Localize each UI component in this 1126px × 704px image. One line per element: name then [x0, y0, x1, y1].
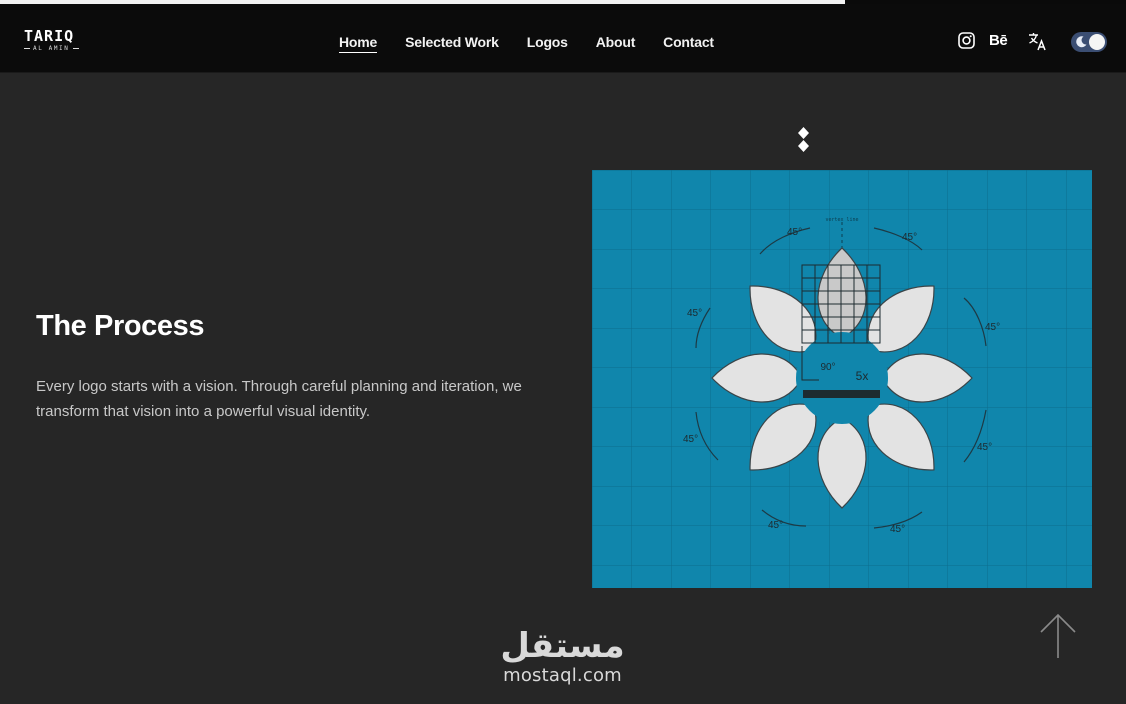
theme-toggle[interactable] — [1071, 32, 1107, 52]
vertex-line-label: vertex line — [825, 217, 858, 223]
brand-logo[interactable]: TARIQ AL AMIN — [24, 29, 90, 55]
moon-icon — [1076, 36, 1087, 48]
logo-construction-figure: vertex line 90° 5x 45° 45° 45° 45° 45° 4… — [592, 170, 1092, 588]
watermark-latin: mostaql.com — [503, 665, 622, 686]
watermark: مستقل mostaql.com — [490, 626, 635, 686]
right-angle-label: 90° — [820, 362, 835, 373]
angle-label: 45° — [977, 442, 992, 453]
arrow-up-icon[interactable] — [1038, 612, 1078, 660]
watermark-arabic: مستقل — [500, 626, 625, 666]
flower-center — [796, 332, 888, 424]
angle-label: 45° — [890, 524, 905, 535]
scroll-progress-bar — [0, 0, 1126, 4]
angle-label: 45° — [787, 227, 802, 238]
scale-bar — [803, 390, 880, 398]
scroll-progress-fill — [0, 0, 845, 4]
main-navigation: Home Selected Work Logos About Contact — [339, 34, 714, 53]
nav-link-selected-work[interactable]: Selected Work — [405, 34, 499, 53]
nav-link-contact[interactable]: Contact — [663, 34, 714, 53]
nav-link-about[interactable]: About — [596, 34, 636, 53]
translate-icon[interactable] — [1028, 32, 1047, 56]
brand-subtitle: AL AMIN — [33, 45, 70, 52]
angle-label: 45° — [902, 232, 917, 243]
angle-label: 45° — [768, 520, 783, 531]
scale-label: 5x — [856, 369, 869, 383]
angle-label: 45° — [683, 434, 698, 445]
brand-name: TARIQ — [24, 27, 75, 45]
angle-label: 45° — [985, 322, 1000, 333]
diamonds-icon — [798, 127, 809, 152]
section-description: Every logo starts with a vision. Through… — [36, 378, 522, 420]
section-title: The Process — [36, 310, 205, 342]
toggle-knob — [1089, 34, 1105, 50]
angle-label: 45° — [687, 308, 702, 319]
instagram-icon[interactable] — [958, 32, 975, 54]
behance-icon[interactable]: Bē — [989, 32, 1008, 50]
nav-link-home[interactable]: Home — [339, 34, 377, 53]
brand-subtitle-row: AL AMIN — [24, 45, 90, 52]
nav-link-logos[interactable]: Logos — [527, 34, 568, 53]
top-navbar: TARIQ AL AMIN Home Selected Work Logos A… — [0, 0, 1126, 73]
flower-petals — [711, 247, 973, 509]
